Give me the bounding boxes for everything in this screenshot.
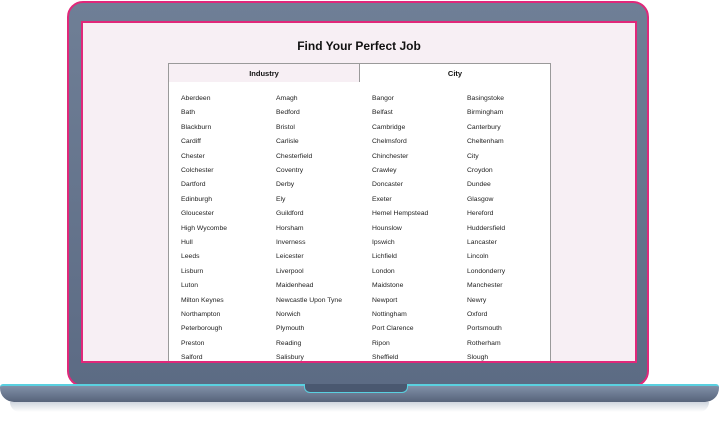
city-link[interactable]: Hull (181, 239, 193, 247)
city-link[interactable]: Birmingham (467, 110, 503, 117)
city-list-panel: Aberdeen Amagh Bangor Basingstoke Bath Bedfor… (168, 82, 551, 361)
city-link[interactable]: Liverpool (276, 268, 304, 276)
laptop-shadow (10, 402, 709, 412)
city-link[interactable]: Colchester (181, 167, 214, 175)
city-link[interactable]: Doncaster (372, 182, 403, 189)
city-link[interactable]: Edinburgh (181, 196, 212, 204)
city-link[interactable]: Londonderry (467, 268, 505, 276)
city-link[interactable]: Bristol (276, 124, 295, 132)
city-link[interactable]: Salisbury (276, 354, 304, 361)
city-link[interactable]: Basingstoke (467, 95, 504, 103)
city-link[interactable]: Guildford (276, 210, 304, 218)
city-link[interactable]: Leeds (181, 254, 200, 261)
city-link[interactable]: Ripon (372, 340, 390, 348)
city-link[interactable]: Exeter (372, 196, 392, 204)
city-link[interactable]: Hounslow (372, 225, 402, 233)
city-link[interactable]: Dundee (467, 182, 491, 189)
city-link[interactable]: Milton Keynes (181, 297, 224, 305)
city-link[interactable]: Amagh (276, 95, 298, 103)
laptop-trackpad-notch (304, 384, 408, 393)
city-link[interactable]: Gloucester (181, 210, 214, 218)
tab-industry[interactable]: Industry (168, 63, 360, 83)
city-link[interactable]: Bangor (372, 95, 394, 103)
city-link[interactable]: Aberdeen (181, 95, 210, 103)
page-title: Find Your Perfect Job (297, 39, 421, 53)
city-link[interactable]: Maidstone (372, 282, 403, 290)
city-link[interactable]: Crawley (372, 167, 397, 175)
city-link[interactable]: Northampton (181, 311, 220, 319)
filter-tabs: Industry City (168, 63, 551, 83)
city-link[interactable]: Coventry (276, 167, 303, 175)
city-link[interactable]: High Wycombe (181, 225, 227, 233)
city-link[interactable]: Manchester (467, 282, 503, 290)
tab-city[interactable]: City (360, 63, 551, 83)
city-link[interactable]: Plymouth (276, 326, 304, 333)
city-link[interactable]: Lancaster (467, 239, 497, 247)
city-link[interactable]: Reading (276, 340, 301, 348)
city-link[interactable]: Carlisle (276, 138, 299, 146)
city-link[interactable]: City (467, 153, 479, 161)
city-link[interactable]: Derby (276, 182, 294, 189)
city-link[interactable]: Slough (467, 354, 488, 361)
city-link[interactable]: London (372, 268, 395, 276)
city-link[interactable]: Norwich (276, 311, 301, 319)
city-link[interactable]: Newry (467, 297, 486, 305)
city-link[interactable]: Portsmouth (467, 326, 502, 333)
city-link[interactable]: Cardiff (181, 138, 201, 146)
city-link[interactable]: Newcastle Upon Tyne (276, 297, 342, 305)
laptop-screen: Find Your Perfect Job Industry City Aber… (81, 21, 637, 363)
city-link[interactable]: Chinchester (372, 153, 408, 161)
city-link[interactable]: Ely (276, 196, 285, 204)
city-link[interactable]: Horsham (276, 225, 304, 233)
city-link[interactable]: Port Clarence (372, 326, 414, 333)
city-link[interactable]: Nottingham (372, 311, 407, 319)
city-link[interactable]: Sheffield (372, 354, 398, 361)
city-link[interactable]: Huddersfield (467, 225, 505, 233)
city-link[interactable]: Lincoln (467, 254, 489, 261)
city-link[interactable]: Newport (372, 297, 397, 305)
city-link[interactable]: Lichfield (372, 254, 397, 261)
city-link[interactable]: Chester (181, 153, 205, 161)
city-link[interactable]: Preston (181, 340, 204, 348)
city-link[interactable]: Blackburn (181, 124, 211, 132)
city-link[interactable]: Chelmsford (372, 138, 407, 146)
city-link[interactable]: Oxford (467, 311, 487, 319)
city-link[interactable]: Bath (181, 110, 195, 117)
city-link[interactable]: Leicester (276, 254, 304, 261)
city-link[interactable]: Chesterfield (276, 153, 312, 161)
city-link[interactable]: Lisburn (181, 268, 203, 276)
city-link[interactable]: Canterbury (467, 124, 501, 132)
city-link[interactable]: Dartford (181, 182, 206, 189)
city-link[interactable]: Salford (181, 354, 203, 361)
city-link[interactable]: Peterborough (181, 326, 222, 333)
city-link[interactable]: Cambridge (372, 124, 405, 132)
city-link[interactable]: Maidenhead (276, 282, 313, 290)
city-link[interactable]: Ipswich (372, 239, 395, 247)
city-link[interactable]: Hemel Hempstead (372, 210, 428, 218)
city-link[interactable]: Bedford (276, 110, 300, 117)
city-link[interactable]: Inverness (276, 239, 305, 247)
city-link[interactable]: Glasgow (467, 196, 493, 204)
city-link[interactable]: Luton (181, 282, 198, 290)
city-link[interactable]: Croydon (467, 167, 493, 175)
city-link[interactable]: Hereford (467, 210, 493, 218)
city-link[interactable]: Cheltenham (467, 138, 504, 146)
city-link[interactable]: Belfast (372, 110, 393, 117)
city-link[interactable]: Rotherham (467, 340, 501, 348)
